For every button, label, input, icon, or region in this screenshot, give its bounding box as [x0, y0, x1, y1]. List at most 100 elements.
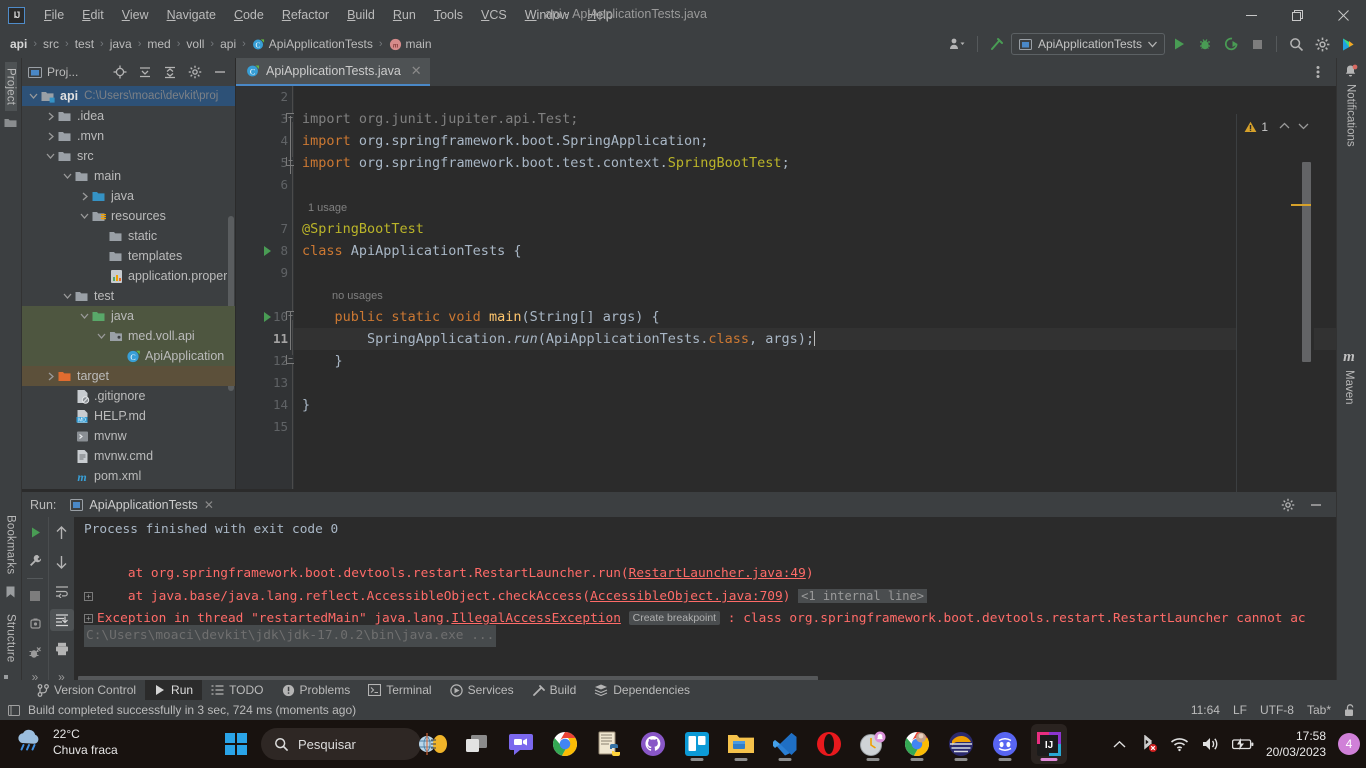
- code-editor[interactable]: 2 3− 4 5− 6 7 8 9 10− 11 12− 13 14 15 import org.juni…: [236, 86, 1336, 517]
- tree-expand-arrow[interactable]: [62, 291, 73, 302]
- stop-button[interactable]: [23, 586, 47, 607]
- breadcrumb-item-apiapplicationtests[interactable]: C ApiApplicationTests: [250, 35, 375, 53]
- run-tab-close-icon[interactable]: ✕: [204, 498, 214, 512]
- menu-file[interactable]: File: [35, 5, 73, 25]
- tree-node-med-voll-api[interactable]: med.voll.api: [22, 326, 235, 346]
- print-button[interactable]: [50, 638, 74, 660]
- console-exception-link[interactable]: IllegalAccessException: [451, 611, 621, 626]
- tree-node-main[interactable]: main: [22, 166, 235, 186]
- editor-code[interactable]: import org.junit.jupiter.api.Test; import…: [294, 86, 1336, 489]
- tree-node-application-proper[interactable]: application.proper: [22, 266, 235, 286]
- chrome-icon[interactable]: [547, 724, 583, 764]
- account-icon[interactable]: [946, 33, 970, 55]
- project-tree[interactable]: api C:\Users\moaci\devkit\proj .idea .mvn sr…: [22, 86, 235, 489]
- wrench-settings-button[interactable]: [23, 550, 47, 571]
- github-desktop-icon[interactable]: [635, 724, 671, 764]
- opera-icon[interactable]: [811, 724, 847, 764]
- menu-refactor[interactable]: Refactor: [273, 5, 338, 25]
- line-separator[interactable]: LF: [1233, 703, 1247, 717]
- warning-stripe-mark[interactable]: [1291, 204, 1311, 206]
- menu-view[interactable]: View: [113, 5, 158, 25]
- tree-expand-arrow[interactable]: [79, 211, 90, 222]
- tree-node-src[interactable]: src: [22, 146, 235, 166]
- tool-window-bookmarks[interactable]: Bookmarks: [5, 509, 17, 580]
- notifications-bell-icon[interactable]: [1343, 64, 1358, 79]
- tree-expand-arrow[interactable]: [62, 431, 73, 442]
- inlay-hint-text[interactable]: 1 usage: [294, 197, 347, 219]
- taskbar-clock[interactable]: 17:58 20/03/2023: [1266, 728, 1326, 760]
- expand-all-icon[interactable]: [133, 61, 157, 83]
- wifi-icon[interactable]: [1170, 737, 1189, 752]
- breadcrumb-item-test[interactable]: test: [73, 35, 96, 53]
- chrome-profile-icon[interactable]: [899, 724, 935, 764]
- tree-expand-arrow[interactable]: [45, 371, 56, 382]
- editor-scrollbar[interactable]: [1302, 162, 1311, 362]
- editor-gutter[interactable]: 2 3− 4 5− 6 7 8 9 10− 11 12− 13 14 15: [236, 86, 295, 489]
- menu-run[interactable]: Run: [384, 5, 425, 25]
- breadcrumb-item-api[interactable]: api: [218, 35, 238, 53]
- tree-expand-arrow[interactable]: [96, 251, 107, 262]
- tree-node-mvnw-cmd[interactable]: mvnw.cmd: [22, 446, 235, 466]
- tree-expand-arrow[interactable]: [79, 311, 90, 322]
- tree-expand-arrow[interactable]: [45, 131, 56, 142]
- clock-alarm-icon[interactable]: [855, 724, 891, 764]
- menu-build[interactable]: Build: [338, 5, 384, 25]
- collapse-all-icon[interactable]: [158, 61, 182, 83]
- run-button[interactable]: [1167, 33, 1191, 55]
- tree-node-apiapplication[interactable]: C ApiApplication: [22, 346, 235, 366]
- editor-tab-close-icon[interactable]: ✕: [411, 63, 422, 79]
- windows-start-icon[interactable]: [218, 724, 254, 764]
- tool-window-notifications[interactable]: Notifications: [1345, 84, 1357, 147]
- tree-node--idea[interactable]: .idea: [22, 106, 235, 126]
- tree-node-test[interactable]: test: [22, 286, 235, 306]
- intellij-idea-icon[interactable]: IJ: [1031, 724, 1067, 764]
- file-explorer-icon[interactable]: [723, 724, 759, 764]
- internal-lines-chip[interactable]: <1 internal line>: [798, 589, 927, 603]
- console-expand-toggle[interactable]: +: [84, 614, 93, 623]
- tree-expand-arrow[interactable]: [62, 451, 73, 462]
- taskbar-weather-widget[interactable]: 22°C Chuva fraca: [14, 726, 118, 758]
- debug-button[interactable]: [1193, 33, 1217, 55]
- task-view-icon[interactable]: [459, 724, 495, 764]
- tool-window-maven[interactable]: Maven: [1343, 370, 1355, 405]
- breadcrumb-item-voll[interactable]: voll: [184, 35, 206, 53]
- indent-setting[interactable]: Tab*: [1307, 703, 1331, 717]
- build-hammer-icon[interactable]: [985, 33, 1009, 55]
- tree-node-java[interactable]: java: [22, 186, 235, 206]
- tool-tab-version-control[interactable]: Version Control: [28, 680, 145, 700]
- hide-panel-icon[interactable]: [208, 61, 232, 83]
- project-panel-title[interactable]: Proj...: [25, 65, 81, 79]
- tool-tab-services[interactable]: Services: [441, 680, 523, 700]
- tree-node-help-md[interactable]: MD HELP.md: [22, 406, 235, 426]
- run-configuration-selector[interactable]: ApiApplicationTests: [1010, 33, 1165, 55]
- menu-tools[interactable]: Tools: [425, 5, 472, 25]
- tree-expand-arrow[interactable]: [96, 231, 107, 242]
- tool-tab-build[interactable]: Build: [523, 680, 586, 700]
- hide-panel-icon[interactable]: [1304, 494, 1328, 516]
- dump-threads-button[interactable]: [23, 614, 47, 635]
- maven-icon[interactable]: m: [1343, 348, 1355, 366]
- console-stack-line[interactable]: at org.springframework.boot.devtools.res…: [74, 563, 1336, 585]
- breadcrumb-item-java[interactable]: java: [108, 35, 134, 53]
- maximize-button[interactable]: [1274, 0, 1320, 30]
- tool-tab-problems[interactable]: Problems: [273, 680, 360, 700]
- gutter-run-marker[interactable]: [264, 246, 271, 256]
- soft-wrap-button[interactable]: [50, 580, 74, 602]
- chevron-up-icon[interactable]: [1113, 740, 1126, 749]
- tool-window-project[interactable]: Project: [4, 62, 17, 112]
- locate-icon[interactable]: [108, 61, 132, 83]
- console-source-link[interactable]: RestartLauncher.java:49: [629, 566, 806, 581]
- tree-expand-arrow[interactable]: [62, 471, 73, 482]
- tree-expand-arrow[interactable]: [62, 411, 73, 422]
- tree-expand-arrow[interactable]: [96, 331, 107, 342]
- tree-expand-arrow[interactable]: [79, 191, 90, 202]
- next-problem-button[interactable]: [1298, 122, 1309, 130]
- console-output[interactable]: Process finished with exit code 0 at org…: [74, 517, 1336, 689]
- tree-expand-arrow[interactable]: [62, 171, 73, 182]
- volume-icon[interactable]: [1201, 736, 1220, 752]
- tool-tab-run[interactable]: Run: [145, 680, 203, 700]
- tree-node-api[interactable]: api C:\Users\moaci\devkit\proj: [22, 86, 235, 106]
- tree-expand-arrow[interactable]: [45, 151, 56, 162]
- settings-gear-icon[interactable]: [1276, 494, 1300, 516]
- widgets-icon[interactable]: [415, 724, 451, 764]
